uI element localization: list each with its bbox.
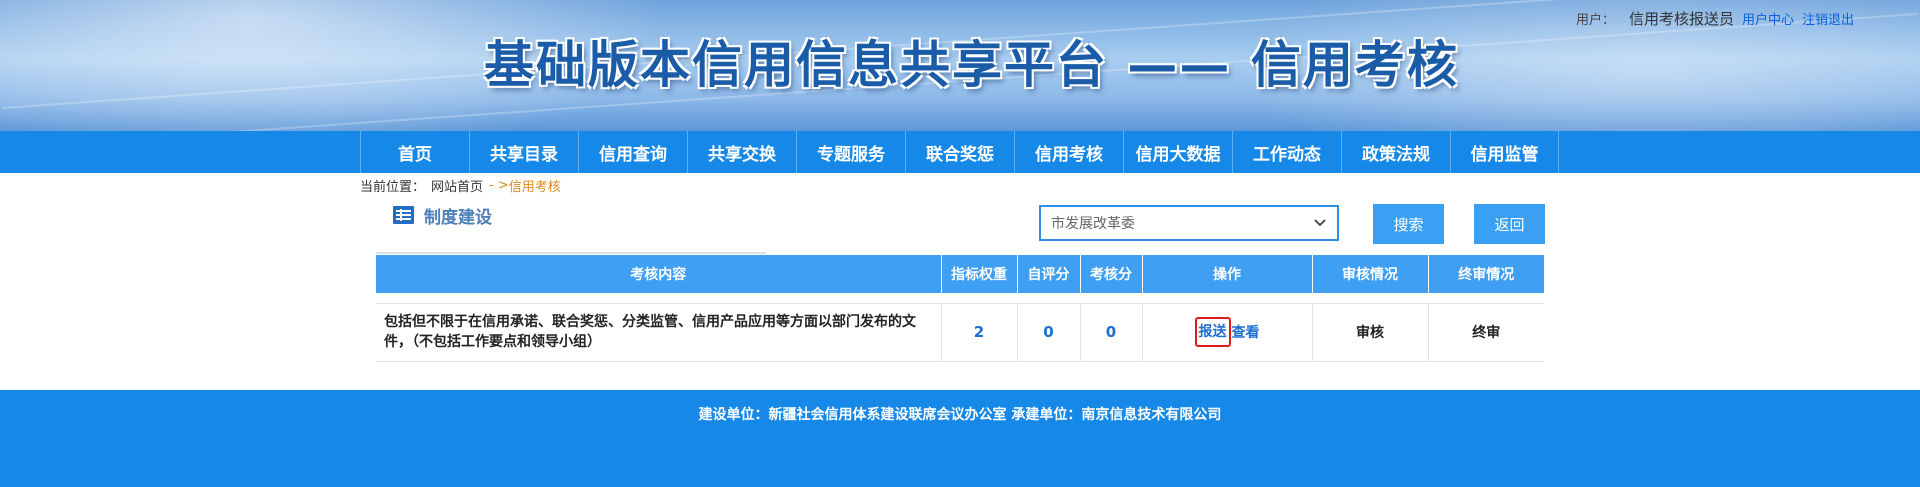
breadcrumb-home-link[interactable]: 网站首页 bbox=[431, 176, 483, 195]
cell-self-score: 0 bbox=[1017, 302, 1081, 362]
document-list-icon bbox=[393, 206, 414, 224]
nav-item-share-exchange[interactable]: 共享交换 bbox=[687, 131, 796, 173]
col-header-final: 终审情况 bbox=[1428, 255, 1544, 293]
search-button[interactable]: 搜索 bbox=[1373, 204, 1444, 244]
back-button[interactable]: 返回 bbox=[1474, 204, 1545, 244]
section-underline bbox=[376, 252, 766, 254]
nav-item-policy[interactable]: 政策法规 bbox=[1341, 131, 1450, 173]
breadcrumb-current: 信用考核 bbox=[508, 179, 561, 195]
user-name: 信用考核报送员 bbox=[1629, 9, 1735, 28]
nav-item-credit-supervision[interactable]: 信用监管 bbox=[1450, 131, 1559, 173]
footer-text: 建设单位：新疆社会信用体系建设联席会议办公室 承建单位：南京信息技术有限公司 bbox=[698, 407, 1222, 423]
chevron-down-icon bbox=[1311, 214, 1329, 232]
nav-item-joint-reward[interactable]: 联合奖惩 bbox=[905, 131, 1014, 173]
user-label: 用户： bbox=[1576, 12, 1616, 28]
footer: 建设单位：新疆社会信用体系建设联席会议办公室 承建单位：南京信息技术有限公司 bbox=[0, 390, 1920, 487]
section-header: 制度建设 bbox=[393, 203, 492, 228]
col-header-weight: 指标权重 bbox=[941, 255, 1018, 293]
col-header-content: 考核内容 bbox=[376, 255, 942, 293]
table-row: 包括但不限于在信用承诺、联合奖惩、分类监管、信用产品应用等方面以部门发布的文件，… bbox=[376, 302, 1544, 362]
page-title: 基础版本信用信息共享平台 —— 信用考核 bbox=[484, 36, 1459, 94]
nav-item-share-catalog[interactable]: 共享目录 bbox=[469, 131, 578, 173]
cell-weight: 2 bbox=[941, 302, 1018, 362]
col-header-operation: 操作 bbox=[1142, 255, 1313, 293]
nav-item-credit-big-data[interactable]: 信用大数据 bbox=[1123, 131, 1232, 173]
nav-item-home[interactable]: 首页 bbox=[360, 131, 469, 173]
col-header-assess-score: 考核分 bbox=[1080, 255, 1143, 293]
view-link[interactable]: 查看 bbox=[1232, 322, 1260, 342]
user-center-link[interactable]: 用户中心 bbox=[1742, 9, 1794, 28]
table-header-row: 考核内容 指标权重 自评分 考核分 操作 审核情况 终审情况 bbox=[376, 255, 1544, 293]
col-header-review: 审核情况 bbox=[1312, 255, 1429, 293]
breadcrumb: 当前位置： 网站首页 - > 信用考核 bbox=[360, 176, 561, 195]
cell-content: 包括但不限于在信用承诺、联合奖惩、分类监管、信用产品应用等方面以部门发布的文件，… bbox=[376, 302, 942, 362]
cell-operation: 报送 查看 bbox=[1142, 302, 1313, 362]
section-title: 制度建设 bbox=[424, 207, 492, 228]
col-header-self-score: 自评分 bbox=[1017, 255, 1081, 293]
nav-item-work-news[interactable]: 工作动态 bbox=[1232, 131, 1341, 173]
cell-review: 审核 bbox=[1312, 302, 1429, 362]
header-banner: 基础版本信用信息共享平台 —— 信用考核 用户： 信用考核报送员 用户中心 注销… bbox=[0, 0, 1920, 131]
nav-list: 首页 共享目录 信用查询 共享交换 专题服务 联合奖惩 信用考核 信用大数据 工… bbox=[360, 131, 1559, 173]
breadcrumb-prefix: 当前位置： bbox=[360, 179, 426, 195]
main-nav: 首页 共享目录 信用查询 共享交换 专题服务 联合奖惩 信用考核 信用大数据 工… bbox=[0, 131, 1920, 173]
breadcrumb-arrow: - > bbox=[489, 177, 509, 193]
cell-final: 终审 bbox=[1428, 302, 1544, 362]
department-select[interactable]: 市发展改革委 bbox=[1039, 205, 1339, 241]
user-bar: 用户： 信用考核报送员 用户中心 注销退出 bbox=[1576, 8, 1854, 28]
nav-item-credit-query[interactable]: 信用查询 bbox=[578, 131, 687, 173]
nav-item-special-service[interactable]: 专题服务 bbox=[796, 131, 905, 173]
department-select-value: 市发展改革委 bbox=[1051, 216, 1135, 232]
assessment-table: 考核内容 指标权重 自评分 考核分 操作 审核情况 终审情况 包括但不限于在信用… bbox=[376, 255, 1544, 362]
nav-item-credit-assessment[interactable]: 信用考核 bbox=[1014, 131, 1123, 173]
report-button[interactable]: 报送 bbox=[1194, 317, 1231, 347]
logout-link[interactable]: 注销退出 bbox=[1802, 9, 1854, 28]
cell-assess-score: 0 bbox=[1080, 302, 1143, 362]
